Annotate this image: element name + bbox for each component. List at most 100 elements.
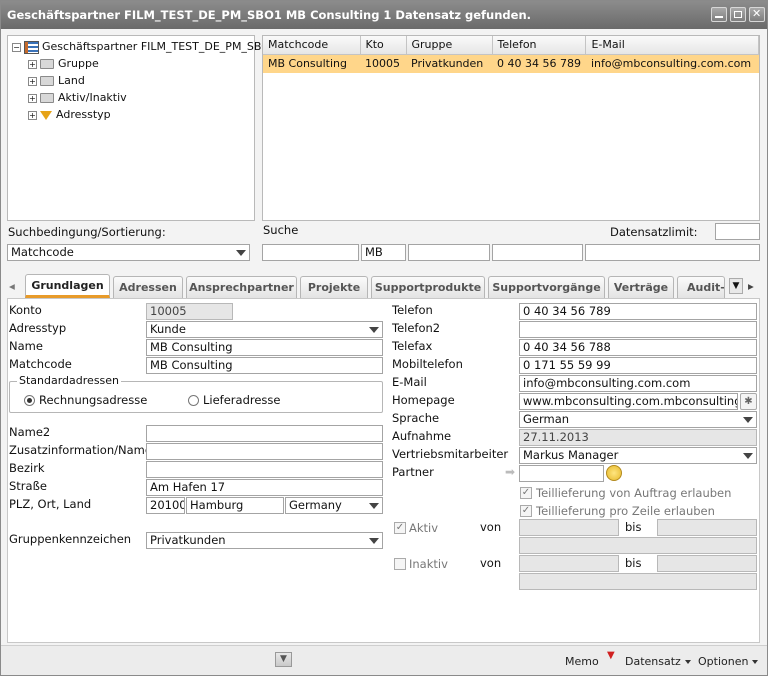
collapse-panel-icon[interactable]: ▼ (275, 652, 292, 667)
results-grid: Matchcode Kto Gruppe Telefon E-Mail MB C… (262, 35, 760, 221)
tree-item-aktiv[interactable]: + Aktiv/Inaktiv (12, 89, 254, 106)
vertrieb-label: Vertriebsmitarbeiter (392, 447, 509, 461)
tab-projekte[interactable]: Projekte (300, 276, 368, 298)
col-telefon[interactable]: Telefon (492, 36, 587, 55)
radio-selected-icon[interactable] (24, 395, 35, 406)
tree-item-adresstyp[interactable]: + Adresstyp (12, 106, 254, 123)
name-field[interactable]: MB Consulting (146, 339, 383, 356)
expand-icon[interactable]: + (28, 110, 37, 120)
tab-supportvorgaenge[interactable]: Supportvorgänge (488, 276, 605, 298)
tree-item-gruppe[interactable]: + Gruppe (12, 55, 254, 72)
bezirk-field[interactable] (146, 461, 383, 478)
tab-supportprodukte[interactable]: Supportprodukte (371, 276, 485, 298)
globe-icon[interactable]: ✱ (740, 393, 757, 410)
tab-scroll-right-icon[interactable]: ▸ (748, 279, 754, 293)
tab-audit[interactable]: Audit-P (677, 276, 725, 298)
aktiv-checkbox[interactable]: ✓ (394, 522, 406, 534)
lookup-icon[interactable] (606, 465, 622, 481)
expand-icon[interactable]: + (28, 76, 37, 86)
tab-ansprechpartner[interactable]: Ansprechpartner (186, 276, 297, 298)
adresstyp-select[interactable]: Kunde (146, 321, 383, 338)
close-button[interactable] (749, 7, 765, 22)
zusatz-field[interactable] (146, 443, 383, 460)
strasse-field[interactable]: Am Hafen 17 (146, 479, 383, 496)
expand-icon[interactable]: + (28, 59, 37, 69)
aktiv-bis-field (657, 519, 757, 536)
email-field[interactable]: info@mbconsulting.com.com (519, 375, 757, 392)
matchcode-label: Matchcode (9, 357, 72, 371)
condition-label: Suchbedingung/Sortierung: (8, 225, 166, 239)
telefon2-field[interactable] (519, 321, 757, 338)
homepage-field[interactable]: www.mbconsulting.com.mbconsulting.com (519, 393, 738, 410)
teil-auftrag-label: Teillieferung von Auftrag erlauben (536, 486, 732, 500)
vertrieb-select[interactable]: Markus Manager (519, 447, 757, 464)
radio-icon[interactable] (188, 395, 199, 406)
sprache-select[interactable]: German (519, 411, 757, 428)
chevron-down-icon[interactable] (233, 245, 249, 260)
plz-field[interactable]: 20100 (146, 497, 185, 514)
chevron-down-icon[interactable] (366, 533, 382, 548)
tab-grundlagen[interactable]: Grundlagen (25, 274, 110, 298)
mobil-field[interactable]: 0 171 55 59 99 (519, 357, 757, 374)
chevron-down-icon[interactable] (740, 412, 756, 427)
gruppe-select[interactable]: Privatkunden (146, 532, 383, 549)
chevron-down-icon[interactable] (366, 498, 382, 513)
ort-field[interactable]: Hamburg (186, 497, 284, 514)
chevron-down-icon[interactable] (740, 448, 756, 463)
link-arrow-icon[interactable]: ➡ (505, 465, 515, 479)
maximize-button[interactable] (730, 7, 746, 22)
radio-lieferadresse[interactable]: Lieferadresse (188, 393, 281, 407)
business-partner-icon (24, 40, 39, 54)
col-matchcode[interactable]: Matchcode (263, 36, 361, 55)
tree-root[interactable]: − Geschäftspartner FILM_TEST_DE_PM_SBO1 (12, 38, 277, 55)
table-row[interactable]: MB Consulting 10005 Privatkunden 0 40 34… (263, 54, 759, 73)
inaktiv-von-field (519, 555, 619, 572)
datensatz-menu[interactable]: Datensatz (625, 655, 691, 668)
teil-zeile-checkbox[interactable]: ✓ (520, 505, 532, 517)
tab-scroll-left-icon[interactable]: ◂ (9, 279, 15, 293)
pin-icon: ▼ (607, 650, 615, 661)
optionen-menu[interactable]: Optionen (698, 655, 759, 668)
col-kto[interactable]: Kto (360, 36, 407, 55)
telefon-field[interactable]: 0 40 34 56 789 (519, 303, 757, 320)
radio-rechnungsadresse[interactable]: Rechnungsadresse (24, 393, 147, 407)
memo-button[interactable]: Memo (565, 655, 599, 668)
table-header: Matchcode Kto Gruppe Telefon E-Mail (263, 36, 759, 55)
filter-gruppe-input[interactable] (408, 244, 490, 261)
condition-select[interactable]: Matchcode (7, 244, 250, 261)
filter-matchcode-input[interactable] (262, 244, 359, 261)
minimize-button[interactable] (711, 7, 727, 22)
filter-icon (40, 110, 52, 120)
title-bar: Geschäftspartner FILM_TEST_DE_PM_SBO1 MB… (1, 1, 767, 29)
col-gruppe[interactable]: Gruppe (406, 36, 493, 55)
filter-kto-input[interactable]: MB (361, 244, 406, 261)
tab-vertraege[interactable]: Verträge (608, 276, 674, 298)
col-email[interactable]: E-Mail (585, 36, 759, 55)
partner-label: Partner (392, 465, 434, 479)
chevron-down-icon[interactable] (366, 322, 382, 337)
filter-telefon-input[interactable] (492, 244, 583, 261)
inaktiv-checkbox[interactable] (394, 558, 406, 570)
limit-label: Datensatzlimit: (610, 225, 698, 239)
partner-field[interactable] (519, 465, 604, 482)
email-label: E-Mail (392, 375, 427, 389)
window: Geschäftspartner FILM_TEST_DE_PM_SBO1 MB… (0, 0, 768, 676)
aktiv-note-field (519, 537, 757, 554)
collapse-icon[interactable]: − (12, 42, 21, 52)
tab-list-icon[interactable]: ▼ (729, 278, 743, 294)
inaktiv-von-label: von (480, 556, 502, 570)
limit-input[interactable] (715, 223, 760, 240)
tree-item-land[interactable]: + Land (12, 72, 254, 89)
expand-icon[interactable]: + (28, 93, 37, 103)
aufnahme-field: 27.11.2013 (519, 429, 757, 446)
filter-email-input[interactable] (585, 244, 760, 261)
name2-field[interactable] (146, 425, 383, 442)
homepage-label: Homepage (392, 393, 455, 407)
tab-adressen[interactable]: Adressen (113, 276, 183, 298)
land-select[interactable]: Germany (285, 497, 383, 514)
telefax-field[interactable]: 0 40 34 56 788 (519, 339, 757, 356)
standardadressen-group: Standardadressen Rechnungsadresse Liefer… (9, 374, 383, 413)
teil-auftrag-checkbox[interactable]: ✓ (520, 487, 532, 499)
matchcode-field[interactable]: MB Consulting (146, 357, 383, 374)
telefax-label: Telefax (392, 339, 433, 353)
